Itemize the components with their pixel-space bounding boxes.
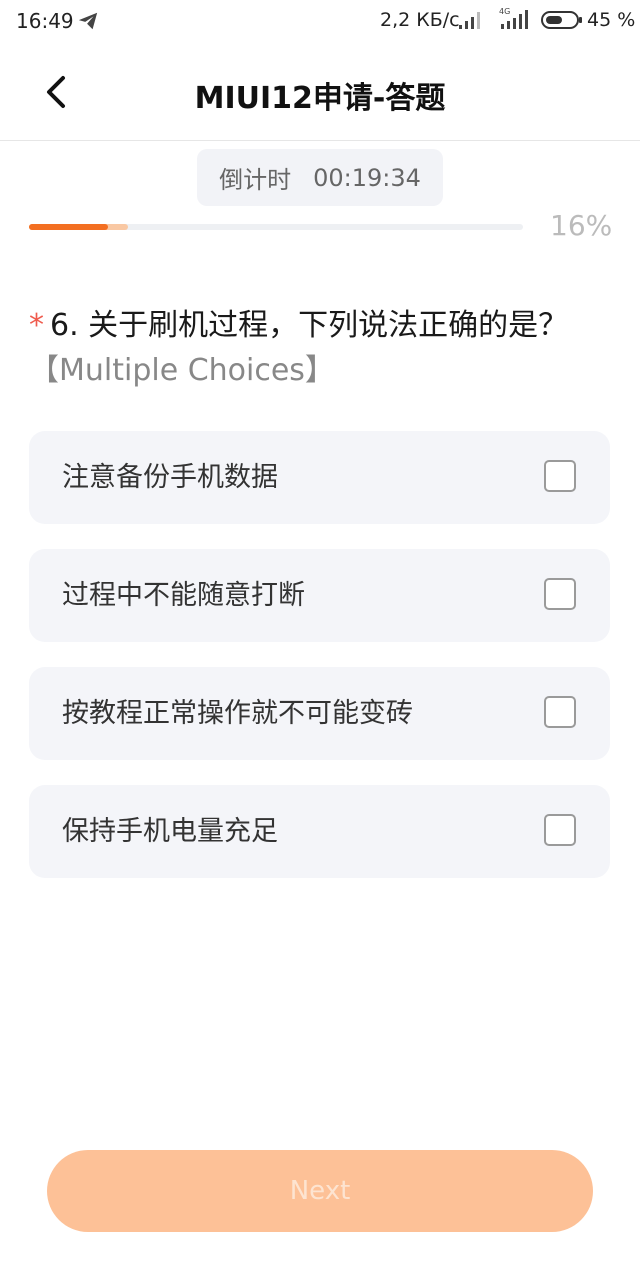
next-button[interactable]: Next — [47, 1150, 593, 1232]
required-marker: * — [29, 308, 44, 343]
checkbox[interactable] — [544, 578, 576, 610]
progress-bar — [29, 224, 523, 230]
progress-percent: 16% — [550, 209, 613, 242]
checkbox[interactable] — [544, 696, 576, 728]
signal-icon — [459, 12, 480, 29]
option-item[interactable]: 保持手机电量充足 — [29, 785, 610, 878]
telegram-send-icon — [78, 12, 98, 30]
option-label: 保持手机电量充足 — [62, 816, 278, 847]
status-time: 16:49 — [16, 9, 74, 33]
question-text: * 6. 关于刷机过程，下列说法正确的是？ 【Multiple Choices】 — [29, 303, 609, 393]
status-bar: 16:49 2,2 КБ/с 4G 45 % — [0, 0, 640, 44]
option-item[interactable]: 过程中不能随意打断 — [29, 549, 610, 642]
option-label: 按教程正常操作就不可能变砖 — [62, 698, 413, 729]
option-item[interactable]: 按教程正常操作就不可能变砖 — [29, 667, 610, 760]
option-label: 注意备份手机数据 — [62, 462, 278, 493]
checkbox[interactable] — [544, 814, 576, 846]
signal-4g-icon: 4G — [499, 7, 528, 29]
network-speed: 2,2 КБ/с — [380, 9, 460, 31]
progress-fill — [29, 224, 108, 230]
checkbox[interactable] — [544, 460, 576, 492]
timer-label: 倒计时 — [219, 166, 292, 194]
option-item[interactable]: 注意备份手机数据 — [29, 431, 610, 524]
question-body: 6. 关于刷机过程，下列说法正确的是？ — [50, 308, 569, 343]
question-type: 【Multiple Choices】 — [29, 353, 335, 388]
countdown-timer: 倒计时 00:19:34 — [197, 149, 443, 206]
battery-icon — [541, 11, 582, 29]
app-header: MIUI12申请-答题 — [0, 44, 640, 141]
timer-value: 00:19:34 — [313, 163, 421, 192]
battery-percent: 45 % — [587, 9, 636, 31]
option-label: 过程中不能随意打断 — [62, 580, 305, 611]
network-type-text: 4G — [499, 7, 510, 16]
page-title: MIUI12申请-答题 — [194, 81, 446, 116]
